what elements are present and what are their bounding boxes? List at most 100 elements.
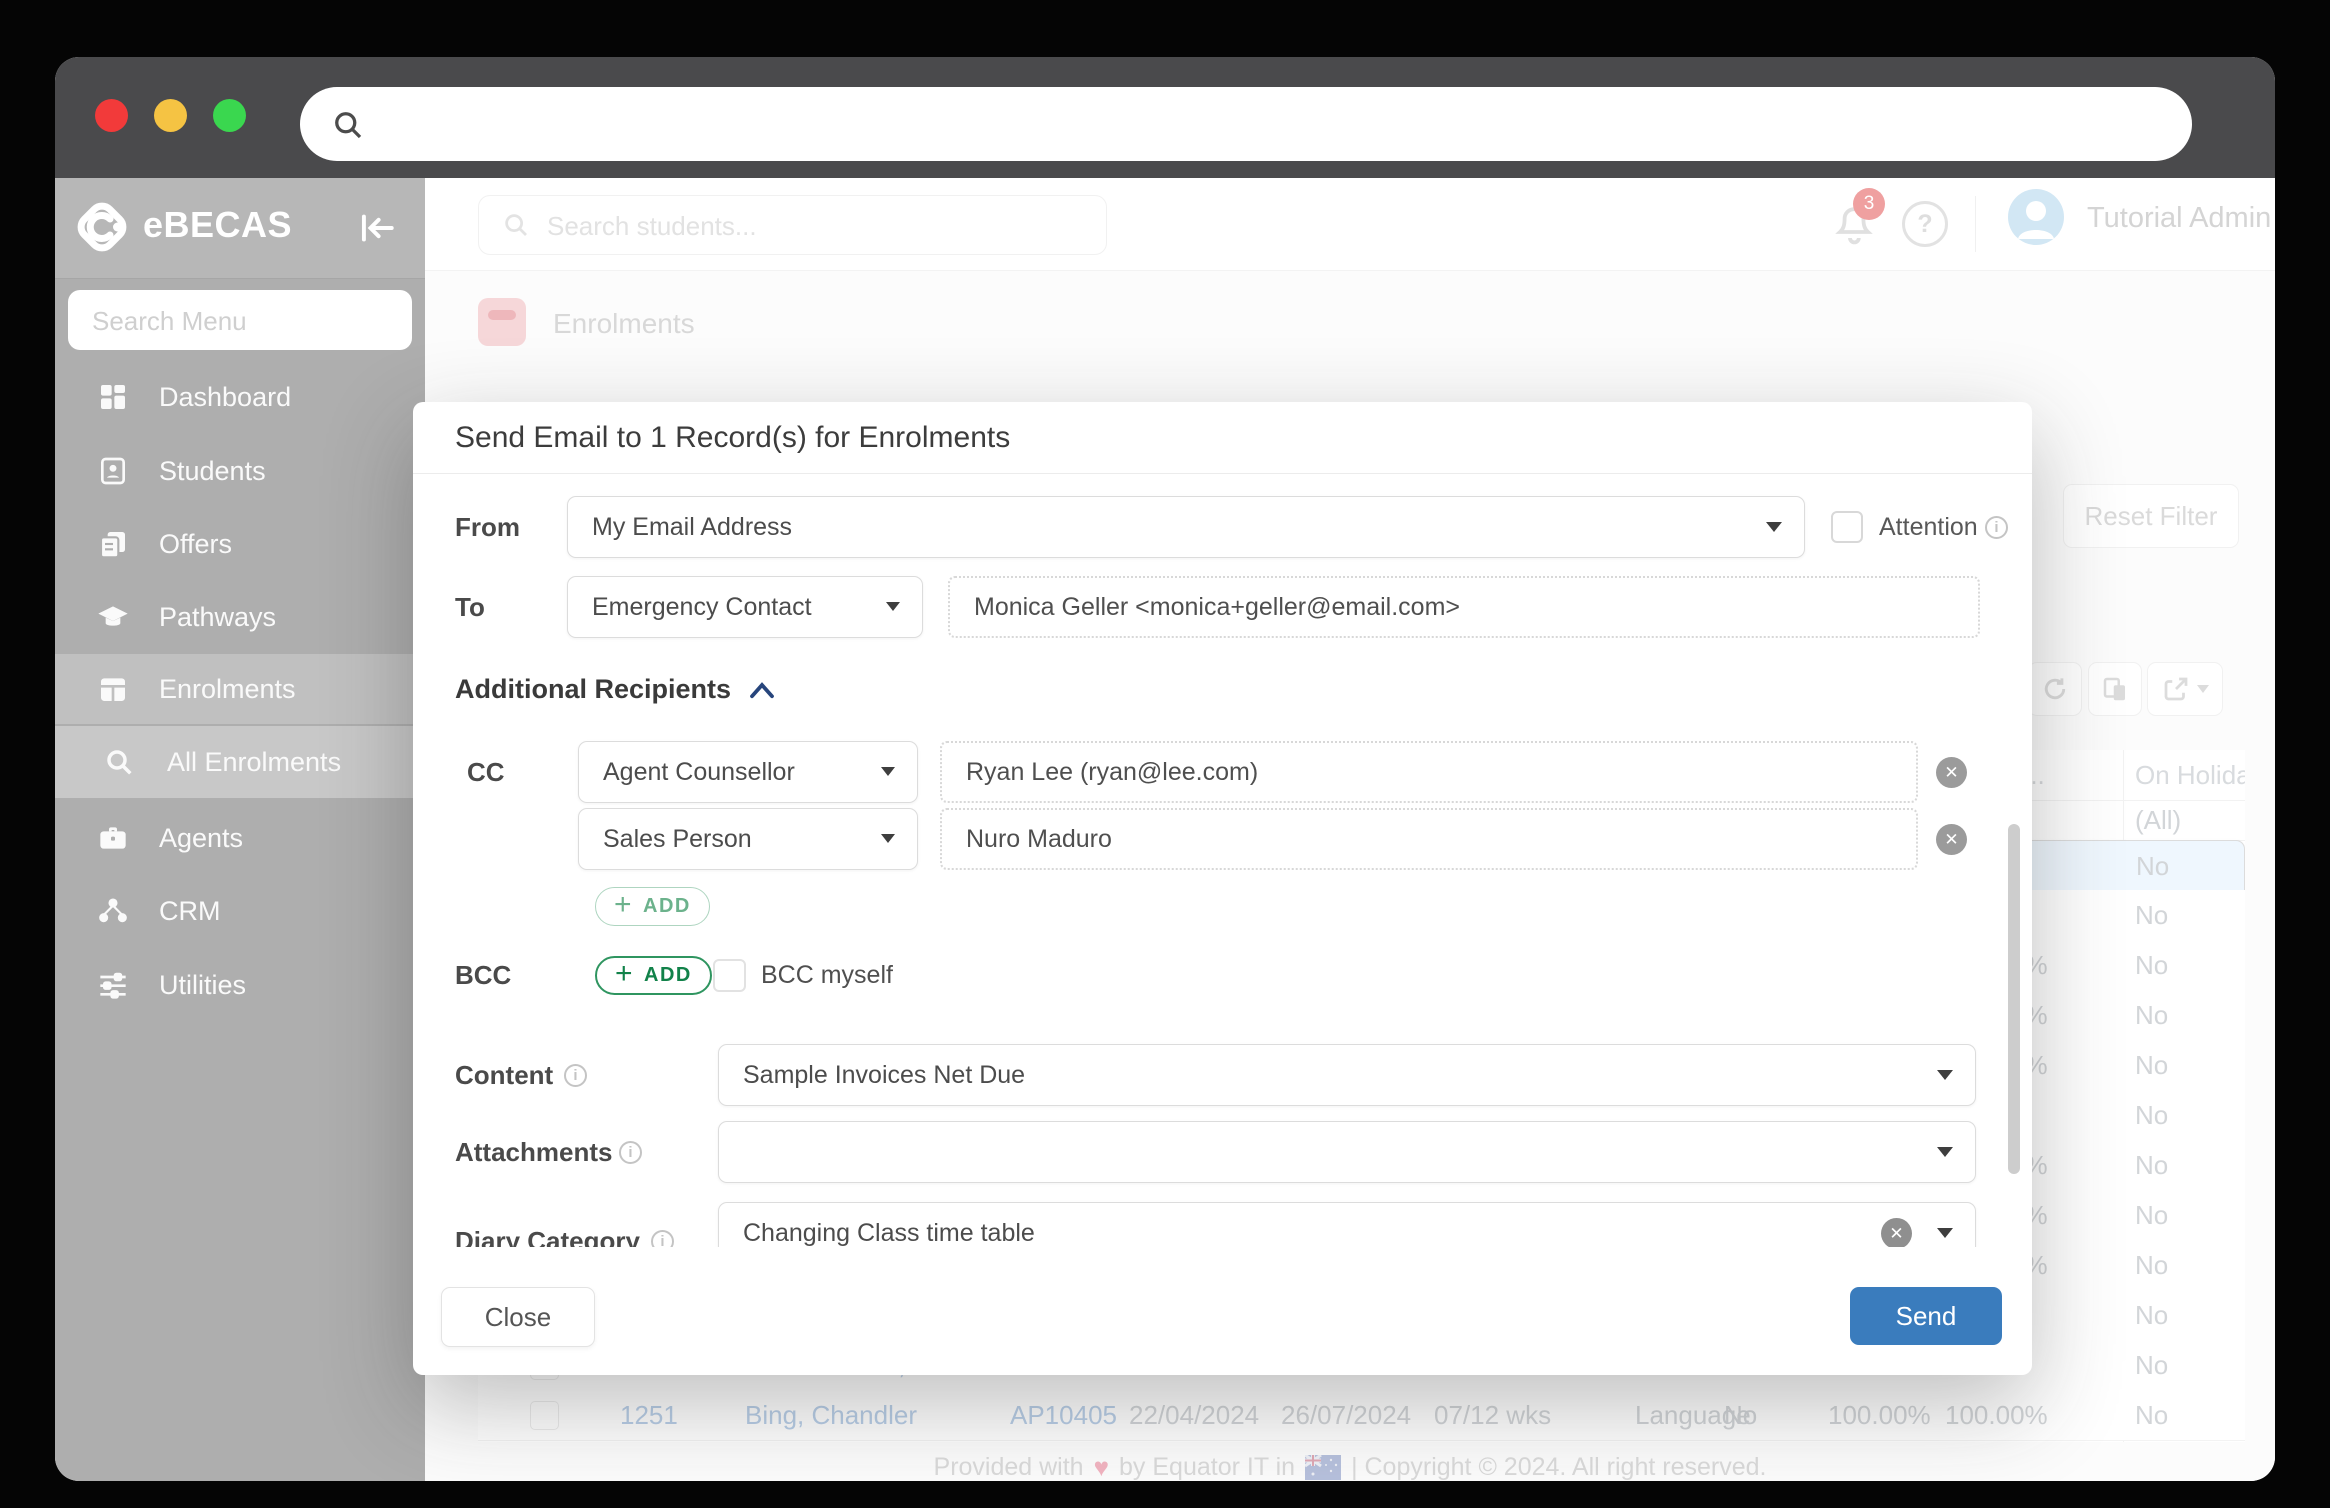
row-checkbox[interactable] (530, 1401, 559, 1430)
diary-category-select[interactable]: Changing Class time table (718, 1202, 1976, 1247)
sidebar-item-crm[interactable]: CRM (55, 877, 425, 945)
modal-scrollbar[interactable] (2008, 824, 2020, 1174)
content-info-icon[interactable] (564, 1064, 587, 1087)
browser-window: eBECAS Dashboard Students Offers (55, 57, 2275, 1481)
person-icon (2008, 189, 2064, 245)
send-email-modal: Send Email to 1 Record(s) for Enrolments… (413, 402, 2032, 1375)
on-holiday-cell: No (2135, 890, 2168, 940)
on-holiday-filter[interactable]: (All) (2135, 800, 2181, 840)
cc-recipient-value: Ryan Lee (ryan@lee.com) (966, 758, 1258, 787)
help-icon[interactable] (1902, 201, 1948, 247)
attention-info-icon[interactable] (1985, 516, 2008, 539)
content-value: Sample Invoices Net Due (743, 1061, 1025, 1090)
export-icon (2161, 674, 2191, 704)
avatar[interactable] (2008, 189, 2064, 245)
name-cell[interactable]: Bing, Chandler (745, 1390, 917, 1440)
id-cell[interactable]: 1251 (620, 1390, 678, 1440)
attention-checkbox[interactable] (1831, 511, 1863, 543)
attendance2-cell: 100.00% (1945, 1390, 2048, 1440)
to-recipient-field[interactable]: Monica Geller <monica+geller@email.com> (948, 576, 1980, 638)
chevron-down-icon (2197, 685, 2209, 693)
clear-diary-icon[interactable] (1881, 1218, 1912, 1247)
cc-type-select[interactable]: Sales Person (578, 808, 918, 870)
footer-text: Provided with (934, 1453, 1084, 1481)
cc-label: CC (467, 741, 505, 803)
australia-flag-icon (1305, 1455, 1341, 1480)
chevron-down-icon (1766, 522, 1782, 532)
graduation-cap-icon (95, 601, 131, 633)
chevron-down-icon (886, 602, 900, 611)
column-header-on-holiday[interactable]: On Holiday (2135, 750, 2245, 800)
sidebar-item-all-enrolments[interactable]: All Enrolments (55, 726, 425, 798)
weeks-cell: 07/12 wks (1434, 1390, 1551, 1440)
on-holiday-cell: No (2135, 940, 2168, 990)
sidebar-item-students[interactable]: Students (55, 437, 425, 505)
address-bar-input[interactable] (380, 97, 2164, 153)
chevron-down-icon (1937, 1070, 1953, 1080)
header-divider (1975, 196, 1976, 252)
sidebar-item-enrolments[interactable]: Enrolments (55, 654, 425, 724)
close-button[interactable]: Close (441, 1287, 595, 1347)
window-zoom-button[interactable] (213, 99, 246, 132)
from-select[interactable]: My Email Address (567, 496, 1805, 558)
send-button[interactable]: Send (1850, 1287, 2002, 1345)
address-bar[interactable] (300, 87, 2192, 161)
sidebar-item-dashboard[interactable]: Dashboard (55, 363, 425, 431)
dashboard-icon (95, 381, 131, 413)
reset-filter-button[interactable]: Reset Filter (2063, 484, 2239, 548)
window-minimize-button[interactable] (154, 99, 187, 132)
remove-cc-icon[interactable] (1936, 757, 1967, 788)
sidebar-item-offers[interactable]: Offers (55, 510, 425, 578)
notification-count: 3 (1864, 193, 1875, 215)
bcc-myself-checkbox[interactable] (713, 959, 746, 992)
cc-recipient-field[interactable]: Nuro Maduro (940, 808, 1918, 870)
export-button[interactable] (2147, 662, 2223, 716)
user-name[interactable]: Tutorial Admin (2087, 202, 2271, 235)
sidebar-item-label: Enrolments (159, 674, 296, 705)
plus-icon (614, 888, 633, 922)
attendance1-cell: 100.00% (1828, 1390, 1931, 1440)
to-recipient-value: Monica Geller <monica+geller@email.com> (974, 593, 1460, 622)
sidebar-item-utilities[interactable]: Utilities (55, 951, 425, 1019)
course-cell[interactable]: AP10405 (1010, 1390, 1117, 1440)
copy-button[interactable] (2088, 662, 2142, 716)
student-search[interactable] (478, 195, 1107, 255)
sidebar-collapse-icon[interactable] (357, 210, 397, 246)
content-select[interactable]: Sample Invoices Net Due (718, 1044, 1976, 1106)
window-close-button[interactable] (95, 99, 128, 132)
footer-text: by Equator IT in (1119, 1453, 1295, 1481)
cc-recipient-field[interactable]: Ryan Lee (ryan@lee.com) (940, 741, 1918, 803)
diary-info-icon[interactable] (651, 1230, 674, 1247)
from-label: From (455, 496, 520, 558)
attachments-select[interactable] (718, 1121, 1976, 1183)
page-title: Enrolments (553, 308, 695, 340)
sidebar-brand: eBECAS (55, 178, 425, 279)
on-holiday-cell: No (2135, 1040, 2168, 1090)
modal-title: Send Email to 1 Record(s) for Enrolments (455, 402, 1010, 473)
attachments-info-icon[interactable] (619, 1141, 642, 1164)
refresh-button[interactable] (2028, 662, 2082, 716)
on-holiday-cell: No (2135, 1140, 2168, 1190)
cc-type-select[interactable]: Agent Counsellor (578, 741, 918, 803)
sidebar-item-pathways[interactable]: Pathways (55, 583, 425, 651)
sidebar-item-label: Utilities (159, 970, 246, 1001)
sidebar-search-input[interactable] (90, 300, 394, 342)
to-type-select[interactable]: Emergency Contact (567, 576, 923, 638)
add-bcc-button[interactable]: ADD (595, 956, 712, 995)
student-search-input[interactable] (545, 206, 1089, 246)
table-row[interactable]: 1251 Bing, Chandler AP10405 22/04/2024 2… (478, 1390, 2245, 1441)
sidebar-search[interactable] (68, 290, 412, 350)
sidebar-item-agents[interactable]: Agents (55, 804, 425, 872)
chevron-up-icon[interactable] (747, 678, 777, 702)
search-icon (101, 746, 137, 778)
id-card-icon (95, 455, 131, 487)
additional-recipients-section: Additional Recipients (455, 674, 777, 705)
remove-cc-icon[interactable] (1936, 824, 1967, 855)
brand-title: eBECAS (143, 204, 292, 246)
reset-filter-label: Reset Filter (2085, 501, 2218, 532)
on-holiday-cell: No (2135, 1190, 2168, 1240)
ebecas-logo-icon (73, 198, 131, 256)
additional-recipients-label: Additional Recipients (455, 674, 731, 705)
chevron-down-icon (1937, 1147, 1953, 1157)
add-cc-button[interactable]: ADD (595, 887, 710, 926)
